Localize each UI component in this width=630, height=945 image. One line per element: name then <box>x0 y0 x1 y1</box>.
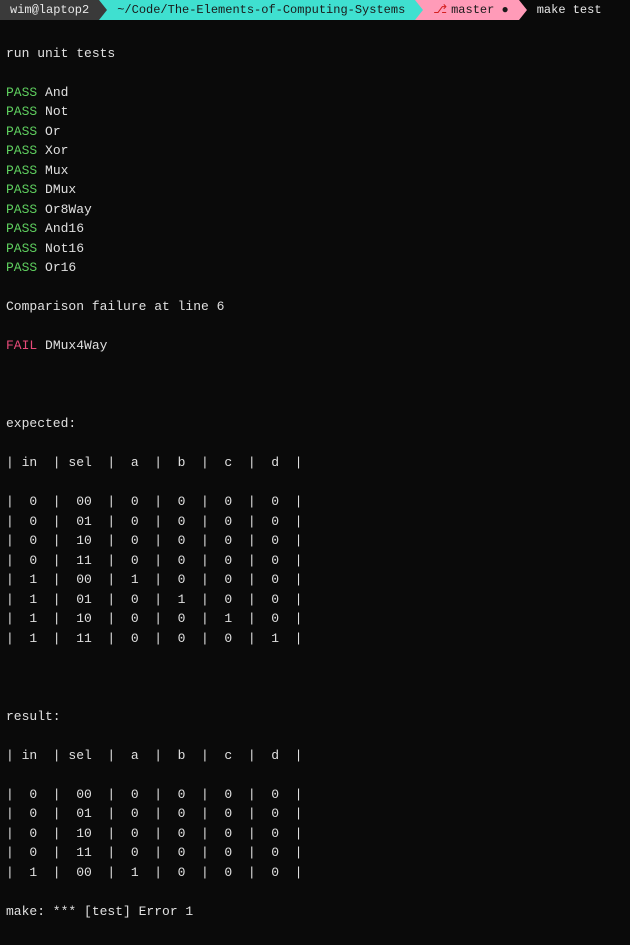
pass-test-name: Not <box>37 104 68 119</box>
pass-test-name: Mux <box>37 163 68 178</box>
result-header: | in | sel | a | b | c | d | <box>6 746 624 766</box>
fail-test-name: DMux4Way <box>45 338 107 353</box>
test-pass-line: PASS Not16 <box>6 239 624 259</box>
table-row: | 0 | 11 | 0 | 0 | 0 | 0 | <box>6 551 624 571</box>
table-row: | 1 | 10 | 0 | 0 | 1 | 0 | <box>6 609 624 629</box>
test-pass-line: PASS Or8Way <box>6 200 624 220</box>
test-pass-line: PASS Not <box>6 102 624 122</box>
prompt-user: wim@laptop2 <box>0 0 99 20</box>
table-row: | 0 | 01 | 0 | 0 | 0 | 0 | <box>6 512 624 532</box>
prompt-statusline: wim@laptop2 ~/Code/The-Elements-of-Compu… <box>0 0 630 20</box>
separator-icon <box>415 0 423 20</box>
table-row: | 0 | 01 | 0 | 0 | 0 | 0 | <box>6 804 624 824</box>
expected-header: | in | sel | a | b | c | d | <box>6 453 624 473</box>
pass-label: PASS <box>6 182 37 197</box>
separator-icon <box>519 0 527 20</box>
table-row: | 0 | 10 | 0 | 0 | 0 | 0 | <box>6 531 624 551</box>
table-row: | 1 | 01 | 0 | 1 | 0 | 0 | <box>6 590 624 610</box>
make-error: make: *** [test] Error 1 <box>6 902 624 922</box>
pass-label: PASS <box>6 202 37 217</box>
pass-test-name: Or <box>37 124 60 139</box>
fail-label: FAIL <box>6 338 37 353</box>
git-branch-icon: ⎇ <box>433 3 447 17</box>
separator-icon <box>99 0 107 20</box>
intro-line: run unit tests <box>6 44 624 64</box>
table-row: | 0 | 00 | 0 | 0 | 0 | 0 | <box>6 492 624 512</box>
test-pass-line: PASS Mux <box>6 161 624 181</box>
pass-test-name: And <box>37 85 68 100</box>
result-title: result: <box>6 707 624 727</box>
table-row: | 1 | 11 | 0 | 0 | 0 | 1 | <box>6 629 624 649</box>
pass-label: PASS <box>6 260 37 275</box>
pass-test-name: And16 <box>37 221 84 236</box>
pass-label: PASS <box>6 104 37 119</box>
table-row: | 0 | 00 | 0 | 0 | 0 | 0 | <box>6 785 624 805</box>
pass-label: PASS <box>6 163 37 178</box>
pass-label: PASS <box>6 85 37 100</box>
prompt-path: ~/Code/The-Elements-of-Computing-Systems <box>107 0 415 20</box>
terminal-output[interactable]: run unit tests PASS AndPASS NotPASS OrPA… <box>0 20 630 945</box>
pass-label: PASS <box>6 143 37 158</box>
expected-title: expected: <box>6 414 624 434</box>
test-pass-line: PASS Xor <box>6 141 624 161</box>
pass-label: PASS <box>6 221 37 236</box>
pass-label: PASS <box>6 124 37 139</box>
test-fail-line: FAIL DMux4Way <box>6 336 624 356</box>
table-row: | 0 | 11 | 0 | 0 | 0 | 0 | <box>6 843 624 863</box>
pass-test-name: Or8Way <box>37 202 92 217</box>
prompt-command[interactable]: make test <box>527 0 630 20</box>
pass-test-name: Not16 <box>37 241 84 256</box>
test-pass-line: PASS And16 <box>6 219 624 239</box>
table-row: | 1 | 00 | 1 | 0 | 0 | 0 | <box>6 570 624 590</box>
table-row: | 0 | 10 | 0 | 0 | 0 | 0 | <box>6 824 624 844</box>
table-row: | 1 | 00 | 1 | 0 | 0 | 0 | <box>6 863 624 883</box>
test-pass-line: PASS Or16 <box>6 258 624 278</box>
pass-test-name: Xor <box>37 143 68 158</box>
blank-line <box>6 668 624 688</box>
test-pass-line: PASS Or <box>6 122 624 142</box>
test-pass-line: PASS And <box>6 83 624 103</box>
pass-label: PASS <box>6 241 37 256</box>
test-pass-line: PASS DMux <box>6 180 624 200</box>
prompt-branch: ⎇ master ● <box>423 0 518 20</box>
branch-name: master <box>451 3 494 17</box>
pass-test-name: DMux <box>37 182 76 197</box>
dirty-indicator-icon: ● <box>502 3 509 17</box>
comparison-failure: Comparison failure at line 6 <box>6 297 624 317</box>
blank-line <box>6 375 624 395</box>
pass-test-name: Or16 <box>37 260 76 275</box>
